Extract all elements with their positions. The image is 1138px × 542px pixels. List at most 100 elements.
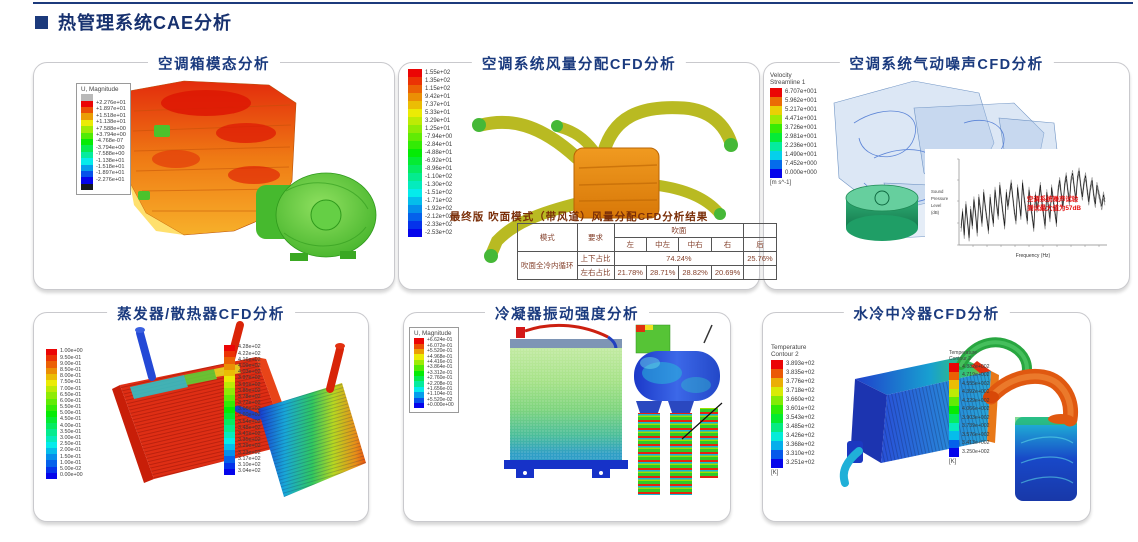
noise-annotation-line1: 空调系统噪声试验 <box>1027 194 1079 203</box>
legend-row: 0.000e+000 <box>770 169 817 178</box>
page-title: 热管理系统CAE分析 <box>58 9 232 35</box>
noise-annotation-line2: 测试最大值为57dB <box>1027 203 1081 212</box>
cell-v2: 28.71% <box>646 266 678 280</box>
legend-row: 4.392e+002 <box>949 389 990 398</box>
th-midright: 中右 <box>679 238 711 252</box>
legend-row: 7.452e+000 <box>770 160 817 169</box>
panel-hvac-modal: 空调箱模态分析 U, Magnitude +2.276e+01+1.897e+0… <box>33 62 395 290</box>
legend-row: 5.33e+01 <box>408 109 452 117</box>
red-radiator-shape <box>112 325 297 483</box>
panel-noise-cfd: 空调系统气动噪声CFD分析 Velocity Streamline 1 6.70… <box>763 62 1130 290</box>
legend-row: -1.30e+02 <box>408 181 452 189</box>
legend-row: 3.718e+02 <box>771 387 815 396</box>
legend-row: 3.576e+002 <box>949 431 990 440</box>
legend-row: -1.71e+02 <box>408 197 452 205</box>
svg-text:(dB): (dB) <box>931 210 940 215</box>
legend-row: 4.882e+002 <box>949 363 990 372</box>
svg-text:Level: Level <box>931 203 941 208</box>
legend-row: 3.29e+01 <box>408 117 452 125</box>
th-group: 吹面 <box>614 224 744 238</box>
colorbar-legend-u-magnitude: U, Magnitude +2.276e+01+1.897e+01+1.518e… <box>76 83 131 195</box>
legend-row: 1.35e+02 <box>408 77 452 85</box>
legend-row: -8.96e+01 <box>408 165 452 173</box>
colorbar-legend-evaporator: 1.00e+009.50e-019.00e-018.50e-018.00e-01… <box>46 349 83 479</box>
legend-row: 3.776e+02 <box>771 378 815 387</box>
condenser-front-shape <box>504 325 628 478</box>
panel-condenser-vibration: 冷凝器振动强度分析 U, Magnitude +6.624e-01+6.072e… <box>403 312 731 522</box>
legend-row: 4.555e+002 <box>949 380 990 389</box>
colorbar-legend-intercooler-left: Temperature Contour 2 3.893e+023.835e+02… <box>771 345 815 476</box>
th-right: 右 <box>711 238 743 252</box>
blower-housing-shape <box>256 173 376 261</box>
legend-row: 3.835e+02 <box>771 369 815 378</box>
legend-row: 0.00e+00 <box>46 473 83 479</box>
legend-row: 3.310e+02 <box>771 450 815 459</box>
th-rear: 后 <box>744 238 776 252</box>
blower-cylinder-shape <box>846 185 918 241</box>
legend-row: -6.92e+01 <box>408 157 452 165</box>
legend-row: 5.217e+001 <box>770 106 817 115</box>
radiators-render <box>34 313 368 521</box>
cell-mode: 吹面全冷内循环 <box>518 252 578 280</box>
legend-row: 1.490e+001 <box>770 151 817 160</box>
legend-row: 5.962e+001 <box>770 97 817 106</box>
legend-row: +0.000e+00 <box>414 403 454 408</box>
legend-row: 2.236e+001 <box>770 142 817 151</box>
legend-row: 2.981e+001 <box>770 133 817 142</box>
legend-row: -7.94e+00 <box>408 133 452 141</box>
cell-v3: 28.82% <box>679 266 711 280</box>
legend-row: 3.726e+001 <box>770 124 817 133</box>
legend-row: 9.42e+01 <box>408 93 452 101</box>
top-divider <box>33 2 1133 4</box>
legend-row: -4.88e+01 <box>408 149 452 157</box>
legend-row: 3.250e+002 <box>949 448 990 457</box>
legend-row <box>81 184 126 190</box>
square-bullet-icon <box>35 16 48 29</box>
th-midleft: 中左 <box>646 238 678 252</box>
th-req: 要求 <box>577 224 614 252</box>
cell-v1: 21.78% <box>614 266 646 280</box>
cell-rear-2 <box>744 266 776 280</box>
th-mode: 模式 <box>518 224 578 252</box>
noise-cfd-render: Sound Pressure Level (dB) Frequency (Hz)… <box>764 63 1129 289</box>
colorbar-legend-velocity: Velocity Streamline 1 6.707e+0015.962e+0… <box>770 73 817 186</box>
legend-row: 4.471e+001 <box>770 115 817 124</box>
legend-row: 3.426e+02 <box>771 432 815 441</box>
colorbar-legend-radiator: 4.28e+024.22e+024.16e+024.09e+024.03e+02… <box>224 345 261 475</box>
legend-row: 3.413e+002 <box>949 440 990 449</box>
cell-merged: 74.24% <box>614 252 744 266</box>
legend-row: 3.485e+02 <box>771 423 815 432</box>
manifold-detail-shape <box>634 325 722 495</box>
water-cooler-unit-shape <box>983 376 1077 501</box>
legend-row: 3.660e+02 <box>771 396 815 405</box>
legend-row: -2.53e+02 <box>408 229 452 237</box>
legend-row: 3.739e+002 <box>949 423 990 432</box>
page-header: 热管理系统CAE分析 <box>35 9 232 35</box>
legend-row: -1.10e+02 <box>408 173 452 181</box>
colorbar-legend-condenser: U, Magnitude +6.624e-01+6.072e-01+5.520e… <box>409 327 459 413</box>
th-blank <box>744 224 776 238</box>
panel-intercooler-cfd: 水冷中冷器CFD分析 Temperature Contour 2 3.893e+… <box>762 312 1091 522</box>
cell-req-2: 左右占比 <box>577 266 614 280</box>
result-caption: 最终版 吹面模式（带风道）风量分配CFD分析结果 <box>399 209 759 224</box>
panel-evaporator-cfd: 蒸发器/散热器CFD分析 1.00e+009.50e-019.00e-018.5… <box>33 312 369 522</box>
intercooler-brick-shape <box>844 342 1032 483</box>
legend-row: 7.37e+01 <box>408 101 452 109</box>
cell-req-1: 上下占比 <box>577 252 614 266</box>
legend-row: 1.15e+02 <box>408 85 452 93</box>
chart-xlabel: Frequency (Hz) <box>1016 253 1051 259</box>
cell-rear-1: 25.76% <box>744 252 776 266</box>
airflow-result-table: 模式 要求 吹面 左 中左 中右 右 后 吹面全冷内循环 上下占比 74.24%… <box>517 223 777 280</box>
legend-row: 4.229e+002 <box>949 397 990 406</box>
colorbar-legend-intercooler-right: Temperature Contour 2 4.882e+0024.719e+0… <box>949 351 990 465</box>
svg-text:Pressure: Pressure <box>931 196 949 201</box>
legend-row: 1.25e+01 <box>408 125 452 133</box>
cell-v4: 20.69% <box>711 266 743 280</box>
legend-row: 4.719e+002 <box>949 372 990 381</box>
legend-row: 3.893e+02 <box>771 360 815 369</box>
legend-row: 4.066e+002 <box>949 406 990 415</box>
legend-row: 6.707e+001 <box>770 88 817 97</box>
legend-row: 3.368e+02 <box>771 441 815 450</box>
legend-row: -2.84e+01 <box>408 141 452 149</box>
legend-row: 3.251e+02 <box>771 459 815 468</box>
